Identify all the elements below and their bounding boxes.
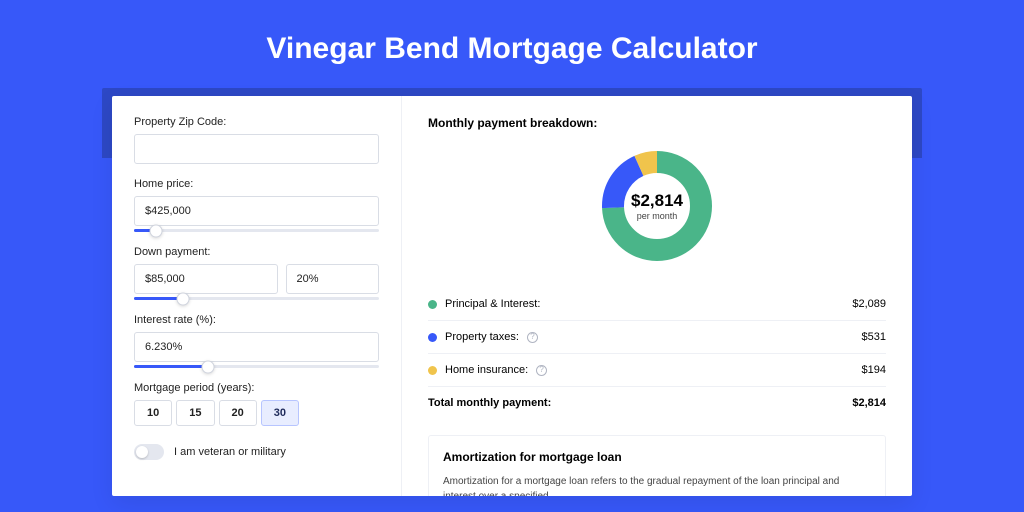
- rate-input[interactable]: [134, 332, 379, 362]
- period-option-15[interactable]: 15: [176, 400, 214, 426]
- legend-dot-blue: [428, 333, 437, 342]
- total-row: Total monthly payment: $2,814: [428, 386, 886, 419]
- amortization-text: Amortization for a mortgage loan refers …: [443, 474, 871, 496]
- period-field: Mortgage period (years): 10152030: [134, 382, 379, 426]
- rate-label: Interest rate (%):: [134, 314, 379, 326]
- breakdown-value: $194: [862, 364, 886, 376]
- down-field: Down payment:: [134, 246, 379, 300]
- price-slider[interactable]: [134, 229, 379, 232]
- veteran-toggle[interactable]: [134, 444, 164, 460]
- breakdown-label: Home insurance:: [445, 364, 528, 376]
- period-option-30[interactable]: 30: [261, 400, 299, 426]
- inputs-panel: Property Zip Code: Home price: Down paym…: [112, 96, 402, 496]
- down-amount-input[interactable]: [134, 264, 278, 294]
- amortization-box: Amortization for mortgage loan Amortizat…: [428, 435, 886, 496]
- donut-amount: $2,814: [631, 191, 683, 211]
- zip-field: Property Zip Code:: [134, 116, 379, 164]
- period-label: Mortgage period (years):: [134, 382, 379, 394]
- price-field: Home price:: [134, 178, 379, 232]
- zip-label: Property Zip Code:: [134, 116, 379, 128]
- total-value: $2,814: [852, 397, 886, 409]
- price-slider-thumb[interactable]: [150, 224, 163, 237]
- down-slider[interactable]: [134, 297, 379, 300]
- donut-wrap: $2,814 per month: [428, 146, 886, 266]
- period-button-group: 10152030: [134, 400, 379, 426]
- breakdown-heading: Monthly payment breakdown:: [428, 116, 886, 130]
- info-icon[interactable]: ?: [536, 365, 547, 376]
- down-pct-input[interactable]: [286, 264, 379, 294]
- donut-sub: per month: [637, 211, 678, 221]
- price-input[interactable]: [134, 196, 379, 226]
- info-icon[interactable]: ?: [527, 332, 538, 343]
- period-option-20[interactable]: 20: [219, 400, 257, 426]
- total-label: Total monthly payment:: [428, 397, 551, 409]
- breakdown-value: $531: [862, 331, 886, 343]
- veteran-label: I am veteran or military: [174, 446, 286, 458]
- breakdown-label: Principal & Interest:: [445, 298, 540, 310]
- rate-field: Interest rate (%):: [134, 314, 379, 368]
- page-title: Vinegar Bend Mortgage Calculator: [0, 0, 1024, 88]
- donut-chart: $2,814 per month: [597, 146, 717, 266]
- amortization-heading: Amortization for mortgage loan: [443, 450, 871, 464]
- rate-slider-thumb[interactable]: [201, 360, 214, 373]
- price-label: Home price:: [134, 178, 379, 190]
- zip-input[interactable]: [134, 134, 379, 164]
- donut-center: $2,814 per month: [597, 146, 717, 266]
- down-label: Down payment:: [134, 246, 379, 258]
- legend-dot-green: [428, 300, 437, 309]
- breakdown-row-ins: Home insurance: ? $194: [428, 353, 886, 386]
- breakdown-panel: Monthly payment breakdown: $2,814 per mo…: [402, 96, 912, 496]
- toggle-knob: [136, 446, 148, 458]
- period-option-10[interactable]: 10: [134, 400, 172, 426]
- calculator-card: Property Zip Code: Home price: Down paym…: [112, 96, 912, 496]
- breakdown-row-tax: Property taxes: ? $531: [428, 320, 886, 353]
- veteran-row: I am veteran or military: [134, 444, 379, 460]
- down-slider-thumb[interactable]: [177, 292, 190, 305]
- breakdown-row-pi: Principal & Interest: $2,089: [428, 288, 886, 320]
- legend-dot-yellow: [428, 366, 437, 375]
- rate-slider[interactable]: [134, 365, 379, 368]
- breakdown-value: $2,089: [852, 298, 886, 310]
- breakdown-label: Property taxes:: [445, 331, 519, 343]
